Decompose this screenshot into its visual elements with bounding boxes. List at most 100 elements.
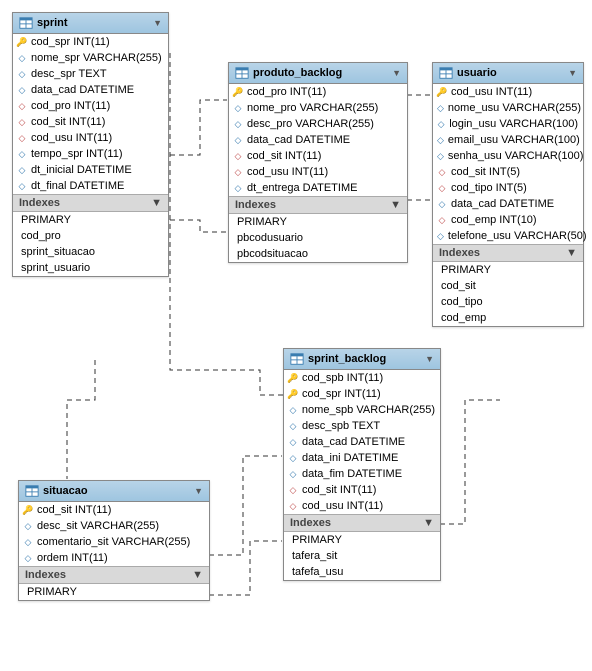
table-header[interactable]: usuario▼ <box>433 63 583 84</box>
table-sprint[interactable]: sprint▼🔑cod_spr INT(11)◇nome_spr VARCHAR… <box>12 12 169 277</box>
column-dt_final[interactable]: ◇dt_final DATETIME <box>13 178 168 194</box>
column-desc_spr[interactable]: ◇desc_spr TEXT <box>13 66 168 82</box>
table-usuario[interactable]: usuario▼🔑cod_usu INT(11)◇nome_usu VARCHA… <box>432 62 584 327</box>
fk-icon: ◇ <box>17 133 27 143</box>
column-icon: ◇ <box>437 199 447 209</box>
table-title: produto_backlog <box>253 67 388 79</box>
index-cod_emp[interactable]: cod_emp <box>433 310 583 326</box>
index-tafera_sit[interactable]: tafera_sit <box>284 548 440 564</box>
column-desc_sit[interactable]: ◇desc_sit VARCHAR(255) <box>19 518 209 534</box>
collapse-icon[interactable]: ▼ <box>425 354 434 364</box>
index-tafefa_usu[interactable]: tafefa_usu <box>284 564 440 580</box>
column-icon: ◇ <box>23 553 33 563</box>
column-icon: ◇ <box>437 135 444 145</box>
column-label: nome_spr VARCHAR(255) <box>31 52 162 64</box>
column-label: cod_spb INT(11) <box>302 372 383 384</box>
indexes-header[interactable]: Indexes▼ <box>284 514 440 532</box>
column-nome_pro[interactable]: ◇nome_pro VARCHAR(255) <box>229 100 407 116</box>
collapse-icon[interactable]: ▼ <box>568 68 577 78</box>
column-desc_pro[interactable]: ◇desc_pro VARCHAR(255) <box>229 116 407 132</box>
indexes-header[interactable]: Indexes▼ <box>13 194 168 212</box>
column-data_cad[interactable]: ◇data_cad DATETIME <box>284 434 440 450</box>
column-cod_emp[interactable]: ◇cod_emp INT(10) <box>433 212 583 228</box>
table-header[interactable]: produto_backlog ▼ <box>229 63 407 84</box>
table-header[interactable]: sprint_backlog▼ <box>284 349 440 370</box>
collapse-icon[interactable]: ▼ <box>192 569 203 581</box>
column-label: nome_spb VARCHAR(255) <box>302 404 435 416</box>
index-pbcodusuario[interactable]: pbcodusuario <box>229 230 407 246</box>
table-header[interactable]: sprint▼ <box>13 13 168 34</box>
column-cod_usu[interactable]: 🔑cod_usu INT(11) <box>433 84 583 100</box>
column-comentario_sit[interactable]: ◇comentario_sit VARCHAR(255) <box>19 534 209 550</box>
indexes-label: Indexes <box>439 247 480 259</box>
column-nome_usu[interactable]: ◇nome_usu VARCHAR(255) <box>433 100 583 116</box>
index-PRIMARY[interactable]: PRIMARY <box>284 532 440 548</box>
column-data_cad[interactable]: ◇data_cad DATETIME <box>229 132 407 148</box>
collapse-icon[interactable]: ▼ <box>423 517 434 529</box>
index-PRIMARY[interactable]: PRIMARY <box>13 212 168 228</box>
table-produto-backlog[interactable]: produto_backlog ▼ 🔑cod_pro INT(11)◇nome_pr… <box>228 62 408 263</box>
column-nome_spr[interactable]: ◇nome_spr VARCHAR(255) <box>13 50 168 66</box>
index-pbcodsituacao[interactable]: pbcodsituacao <box>229 246 407 262</box>
column-cod_usu[interactable]: ◇cod_usu INT(11) <box>13 130 168 146</box>
index-cod_pro[interactable]: cod_pro <box>13 228 168 244</box>
table-situacao[interactable]: situacao▼ 🔑 cod_sit INT(11) ◇desc_sit VARCH… <box>18 480 210 601</box>
column-cod_sit[interactable]: ◇cod_sit INT(5) <box>433 164 583 180</box>
collapse-icon[interactable]: ▼ <box>151 197 162 209</box>
column-cod_usu[interactable]: ◇cod_usu INT(11) <box>284 498 440 514</box>
column-desc_spb[interactable]: ◇desc_spb TEXT <box>284 418 440 434</box>
column-label: data_ini DATETIME <box>302 452 398 464</box>
fk-icon: ◇ <box>17 117 27 127</box>
indexes-header[interactable]: Indexes▼ <box>19 566 209 584</box>
column-dt_inicial[interactable]: ◇dt_inicial DATETIME <box>13 162 168 178</box>
table-icon <box>25 484 39 498</box>
table-sprint-backlog[interactable]: sprint_backlog▼🔑cod_spb INT(11)🔑cod_spr … <box>283 348 441 581</box>
column-nome_spb[interactable]: ◇nome_spb VARCHAR(255) <box>284 402 440 418</box>
index-PRIMARY[interactable]: PRIMARY <box>229 214 407 230</box>
column-cod_pro[interactable]: ◇cod_pro INT(11) <box>13 98 168 114</box>
column-cod_pro[interactable]: 🔑cod_pro INT(11) <box>229 84 407 100</box>
index-sprint_situacao[interactable]: sprint_situacao <box>13 244 168 260</box>
index-sprint_usuario[interactable]: sprint_usuario <box>13 260 168 276</box>
column-cod_spr[interactable]: 🔑cod_spr INT(11) <box>13 34 168 50</box>
table-header[interactable]: situacao▼ <box>19 481 209 502</box>
column-cod_sit[interactable]: ◇ cod_sit INT(11) <box>13 114 168 130</box>
column-cod_usu[interactable]: ◇cod_usu INT(11) <box>229 164 407 180</box>
column-senha_usu[interactable]: ◇senha_usu VARCHAR(100) <box>433 148 583 164</box>
column-ordem[interactable]: ◇ordem INT(11) <box>19 550 209 566</box>
column-cod_tipo[interactable]: ◇cod_tipo INT(5) <box>433 180 583 196</box>
column-cod_spb[interactable]: 🔑cod_spb INT(11) <box>284 370 440 386</box>
column-login_usu[interactable]: ◇login_usu VARCHAR(100) <box>433 116 583 132</box>
column-telefone_usu[interactable]: ◇telefone_usu VARCHAR(50) <box>433 228 583 244</box>
column-data_fim[interactable]: ◇data_fim DATETIME <box>284 466 440 482</box>
collapse-icon[interactable]: ▼ <box>390 199 401 211</box>
column-tempo_spr[interactable]: ◇tempo_spr INT(11) <box>13 146 168 162</box>
indexes-header[interactable]: Indexes▼ <box>229 196 407 214</box>
index-cod_tipo[interactable]: cod_tipo <box>433 294 583 310</box>
column-dt_entrega[interactable]: ◇dt_entrega DATETIME <box>229 180 407 196</box>
collapse-icon[interactable]: ▼ <box>392 68 401 78</box>
table-icon <box>290 352 304 366</box>
collapse-icon[interactable]: ▼ <box>153 18 162 28</box>
column-icon: ◇ <box>288 437 298 447</box>
index-cod_sit[interactable]: cod_sit <box>433 278 583 294</box>
column-cod_sit[interactable]: 🔑 cod_sit INT(11) <box>19 502 209 518</box>
indexes-header[interactable]: Indexes ▼ <box>433 244 583 262</box>
key-icon: 🔑 <box>23 505 33 515</box>
column-label: cod_sit INT(11) <box>37 504 111 516</box>
column-cod_sit[interactable]: ◇cod_sit INT(11) <box>229 148 407 164</box>
column-data_ini[interactable]: ◇data_ini DATETIME <box>284 450 440 466</box>
column-label: cod_sit INT(11) <box>31 116 105 128</box>
column-data_cad[interactable]: ◇data_cad DATETIME <box>433 196 583 212</box>
column-icon: ◇ <box>437 231 444 241</box>
column-icon: ◇ <box>23 521 33 531</box>
column-email_usu[interactable]: ◇email_usu VARCHAR(100) <box>433 132 583 148</box>
column-data_cad[interactable]: ◇data_cad DATETIME <box>13 82 168 98</box>
collapse-icon[interactable]: ▼ <box>194 486 203 496</box>
column-cod_sit[interactable]: ◇cod_sit INT(11) <box>284 482 440 498</box>
index-PRIMARY[interactable]: PRIMARY <box>19 584 209 600</box>
column-icon: ◇ <box>288 469 298 479</box>
column-cod_spr[interactable]: 🔑cod_spr INT(11) <box>284 386 440 402</box>
collapse-icon[interactable]: ▼ <box>566 247 577 259</box>
index-PRIMARY[interactable]: PRIMARY <box>433 262 583 278</box>
